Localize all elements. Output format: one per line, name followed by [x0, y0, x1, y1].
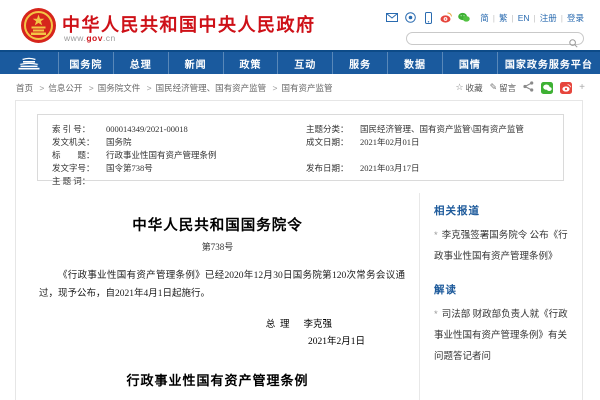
lang-simplified[interactable]: 简	[480, 12, 489, 24]
meta-value-doc-number: 国令第738号	[106, 163, 153, 173]
meta-value-publish-date: 2021年03月17日	[360, 163, 420, 173]
register-link[interactable]: 注册	[530, 12, 557, 24]
search-input[interactable]	[415, 33, 565, 44]
meta-label-publish-date: 发布日期：	[306, 162, 360, 175]
site-header: 中华人民共和国中央人民政府 www.gov.cn 简 繁 EN 注册	[0, 0, 600, 50]
search-box	[406, 32, 584, 45]
comment-label: 留言	[499, 82, 516, 94]
home-tiananmen-icon[interactable]	[0, 52, 58, 74]
meta-row-index: 索 引 号：000014349/2021-00018	[52, 123, 217, 136]
crumb-current: 国有资产监管	[268, 83, 332, 93]
page: 中华人民共和国中央人民政府 www.gov.cn 简 繁 EN 注册	[0, 0, 600, 400]
meta-row-title: 标 题：行政事业性国有资产管理条例	[52, 149, 217, 162]
mail-icon[interactable]	[386, 12, 398, 24]
interpretation-link[interactable]: 司法部 财政部负责人就《行政事业性国有资产管理条例》有关问题答记者问	[434, 304, 571, 368]
main-nav: 国务院 总理 新闻 政策 互动 服务 数据 国情 国家政务服务平台	[0, 50, 600, 74]
meta-row-issuer: 发文机关：国务院	[52, 136, 217, 149]
site-url-cn: .cn	[103, 33, 116, 43]
more-share-button[interactable]: +	[579, 82, 585, 93]
related-reports-heading: 相关报道	[434, 203, 571, 218]
meta-row-category: 主题分类：国民经济管理、国有资产监管\国有资产监管	[306, 123, 524, 136]
favorite-button[interactable]: ☆收藏	[456, 82, 483, 94]
meta-row-publish-date: 发布日期：2021年03月17日	[306, 162, 524, 175]
nav-item-guoqing[interactable]: 国情	[442, 52, 497, 74]
meta-label-category: 主题分类：	[306, 123, 360, 136]
regulation-title: 行政事业性国有资产管理条例	[16, 370, 419, 389]
nav-item-zongli[interactable]: 总理	[113, 52, 168, 74]
nav-item-guowuyuan[interactable]: 国务院	[58, 52, 113, 74]
meta-label-doc-number: 发文字号：	[52, 162, 106, 175]
meta-label-title: 标 题：	[52, 149, 106, 162]
decree-title: 中华人民共和国国务院令	[16, 214, 419, 235]
login-link[interactable]: 登录	[557, 12, 584, 24]
decree-paragraph: 《行政事业性国有资产管理条例》已经2020年12月30日国务院第120次常务会议…	[39, 268, 405, 303]
nav-item-zhengwu-platform[interactable]: 国家政务服务平台	[497, 52, 600, 74]
lang-english[interactable]: EN	[508, 13, 530, 23]
metadata-right-column: 主题分类：国民经济管理、国有资产监管\国有资产监管 成文日期：2021年02月0…	[306, 123, 524, 175]
nav-item-hudong[interactable]: 互动	[277, 52, 332, 74]
mobile-icon[interactable]	[422, 12, 434, 24]
decree-number: 第738号	[16, 240, 419, 253]
pencil-icon: ✎	[490, 82, 498, 93]
wechat-icon[interactable]	[458, 12, 470, 24]
client-app-icon[interactable]	[404, 12, 416, 24]
related-sidebar: 相关报道 李克强签署国务院令 公布《行政事业性国有资产管理条例》 解读 司法部 …	[419, 193, 583, 400]
nav-item-fuwu[interactable]: 服务	[332, 52, 387, 74]
interpretation-heading: 解读	[434, 282, 571, 297]
nav-item-zhengce[interactable]: 政策	[223, 52, 278, 74]
document-body: 中华人民共和国国务院令 第738号 《行政事业性国有资产管理条例》已经2020年…	[16, 181, 419, 400]
content-container: 索 引 号：000014349/2021-00018 发文机关：国务院 标 题：…	[15, 100, 583, 400]
site-url: www.gov.cn	[64, 33, 116, 43]
crumb-home[interactable]: 首页	[16, 83, 33, 93]
lang-links: 简 繁 EN 注册 登录	[480, 12, 584, 24]
document-metadata-box: 索 引 号：000014349/2021-00018 发文机关：国务院 标 题：…	[37, 114, 564, 181]
crumb-info-disclosure[interactable]: 信息公开	[35, 83, 82, 93]
meta-label-written-date: 成文日期：	[306, 136, 360, 149]
lang-traditional[interactable]: 繁	[489, 12, 508, 24]
signer-name: 李克强	[303, 320, 332, 330]
star-icon: ☆	[456, 82, 464, 93]
favorite-label: 收藏	[466, 82, 483, 94]
signer-role: 总 理	[266, 320, 290, 330]
signer-line: 总 理 李克强	[16, 316, 419, 330]
meta-value-title: 行政事业性国有资产管理条例	[106, 150, 217, 160]
meta-label-issuer: 发文机关：	[52, 136, 106, 149]
meta-label-index: 索 引 号：	[52, 123, 106, 136]
site-url-www: www.	[64, 33, 86, 43]
wechat-share-button[interactable]	[541, 82, 553, 94]
meta-value-index: 000014349/2021-00018	[106, 124, 188, 134]
header-tools: 简 繁 EN 注册 登录	[386, 11, 584, 24]
meta-row-doc-number: 发文字号：国令第738号	[52, 162, 217, 175]
related-report-link[interactable]: 李克强签署国务院令 公布《行政事业性国有资产管理条例》	[434, 225, 571, 268]
sign-date: 2021年2月1日	[16, 333, 419, 347]
nav-item-shuju[interactable]: 数据	[387, 52, 442, 74]
page-tools: ☆收藏 ✎留言 +	[456, 81, 586, 94]
metadata-left-column: 索 引 号：000014349/2021-00018 发文机关：国务院 标 题：…	[52, 123, 217, 188]
crumb-category[interactable]: 国民经济管理、国有资产监管	[143, 83, 266, 93]
comment-button[interactable]: ✎留言	[490, 82, 517, 94]
meta-row-written-date: 成文日期：2021年02月01日	[306, 136, 524, 149]
nav-item-xinwen[interactable]: 新闻	[168, 52, 223, 74]
breadcrumb: 首页 信息公开 国务院文件 国民经济管理、国有资产监管 国有资产监管	[16, 82, 332, 94]
meta-value-category: 国民经济管理、国有资产监管\国有资产监管	[360, 124, 524, 134]
national-emblem-icon[interactable]	[21, 8, 56, 48]
meta-value-written-date: 2021年02月01日	[360, 137, 420, 147]
meta-value-issuer: 国务院	[106, 137, 132, 147]
weibo-share-button[interactable]	[560, 82, 572, 94]
crumb-state-council-docs[interactable]: 国务院文件	[85, 83, 140, 93]
site-url-gov: gov	[86, 33, 103, 43]
share-icon[interactable]	[523, 81, 534, 94]
weibo-icon[interactable]	[440, 12, 452, 24]
breadcrumb-bar: 首页 信息公开 国务院文件 国民经济管理、国有资产监管 国有资产监管 ☆收藏 ✎…	[0, 79, 600, 96]
